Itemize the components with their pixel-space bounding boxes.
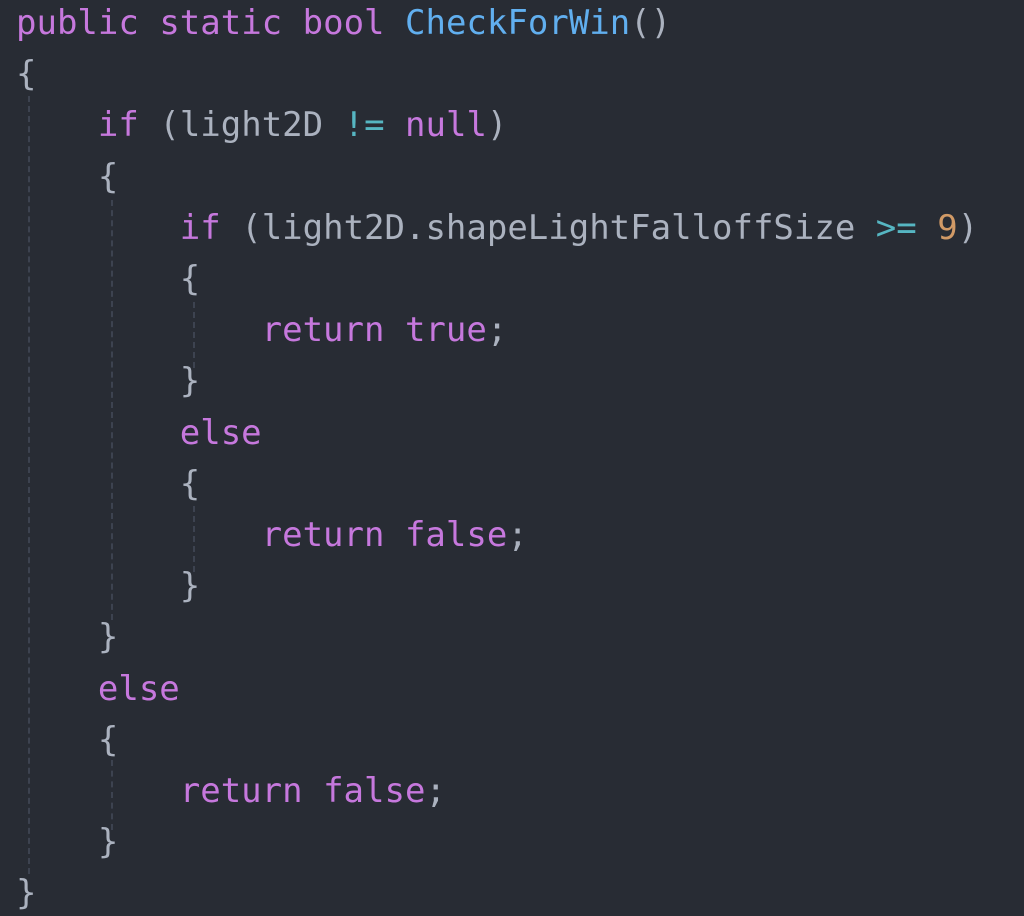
code-line[interactable]: }	[16, 612, 118, 663]
token-kw: true	[404, 310, 487, 351]
token-punc: ;	[425, 771, 446, 811]
token-kw: public	[16, 3, 139, 43]
code-line[interactable]: {	[16, 49, 36, 100]
code-line[interactable]: }	[16, 817, 118, 868]
token-punc: ()	[630, 3, 672, 43]
code-editor[interactable]: public static bool CheckForWin(){ if (li…	[0, 0, 1024, 916]
token-punc: )	[957, 207, 979, 248]
code-line[interactable]: }	[16, 868, 36, 916]
token-op: >=	[875, 207, 917, 248]
token-punc: {	[97, 719, 119, 760]
token-kw: return	[179, 771, 303, 811]
code-line[interactable]: {	[16, 459, 200, 510]
code-line[interactable]: if (light2D.shapeLightFalloffSize >= 9)	[16, 203, 978, 254]
code-line[interactable]: if (light2D != null)	[16, 100, 508, 151]
token-kw: else	[97, 668, 180, 709]
code-line[interactable]: return true;	[16, 305, 508, 356]
token-id: light2D.shapeLightFalloffSize	[261, 207, 856, 248]
code-line[interactable]: {	[16, 254, 200, 305]
token-kw: if	[179, 207, 221, 248]
code-line[interactable]: return false;	[16, 766, 446, 817]
code-line[interactable]: }	[16, 561, 200, 612]
code-line[interactable]: public static bool CheckForWin()	[16, 0, 671, 49]
code-line[interactable]: else	[16, 664, 180, 715]
token-kw: else	[179, 412, 262, 453]
token-kw: false	[323, 771, 426, 811]
token-punc: {	[97, 156, 119, 197]
token-punc: {	[16, 54, 37, 95]
code-line[interactable]: else	[16, 408, 262, 459]
code-line[interactable]: {	[16, 715, 118, 766]
token-op: !=	[343, 105, 385, 146]
token-punc: }	[16, 873, 37, 914]
token-kw: return	[261, 310, 385, 351]
token-punc: (	[159, 105, 180, 146]
token-kw: static	[159, 3, 283, 43]
code-line[interactable]: }	[16, 356, 200, 407]
token-kw: if	[97, 105, 139, 146]
token-kw: null	[405, 105, 487, 146]
token-punc: ;	[486, 310, 508, 351]
token-fn: CheckForWin	[405, 3, 631, 43]
token-punc: }	[179, 566, 201, 607]
token-punc: ;	[507, 515, 528, 555]
token-punc: }	[97, 617, 119, 658]
token-punc: )	[486, 105, 508, 146]
token-num: 9	[937, 207, 958, 248]
token-punc: {	[179, 259, 201, 299]
token-kw: false	[404, 515, 508, 555]
token-punc: {	[179, 463, 201, 504]
token-kw: return	[261, 515, 385, 555]
code-line[interactable]: return false;	[16, 510, 528, 561]
token-id: light2D	[179, 105, 324, 146]
token-kw: bool	[302, 3, 385, 43]
token-punc: }	[179, 361, 201, 402]
token-punc: (	[241, 207, 262, 248]
token-punc: }	[97, 822, 119, 863]
code-line[interactable]: {	[16, 152, 118, 203]
